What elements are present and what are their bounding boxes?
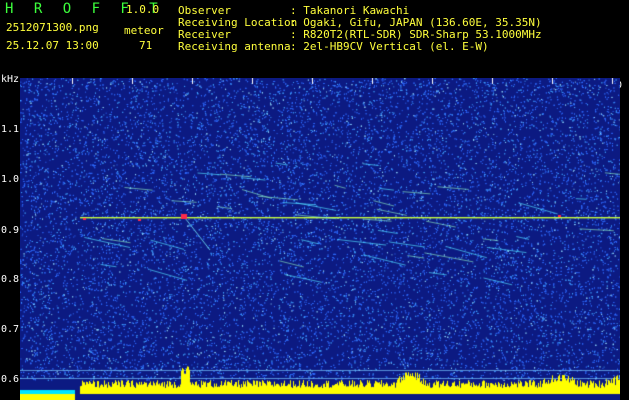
y-tick-label: 1.1 [1,124,20,135]
meteor-label: meteor [124,24,164,37]
info-label-antenna: Receiving antenna [178,40,291,53]
datetime-label: 25.12.07 13:00 [6,39,99,52]
y-tick-label: 0.7 [1,324,20,335]
filename-label: 2512071300.png [6,21,99,34]
y-tick-label: 0.8 [1,274,20,285]
y-tick-label: 0.6 [1,374,20,385]
app-version: 1.0.0 [126,3,160,16]
y-tick-label: 0.9 [1,225,20,236]
y-tick-label: 1.0 [1,174,20,185]
meteor-count: 71 [139,39,153,52]
spectrogram-canvas[interactable] [20,78,620,400]
y-axis-unit: kHz [1,74,20,85]
info-value-antenna: : 2el-HB9CV Vertical (el. E-W) [290,40,489,53]
